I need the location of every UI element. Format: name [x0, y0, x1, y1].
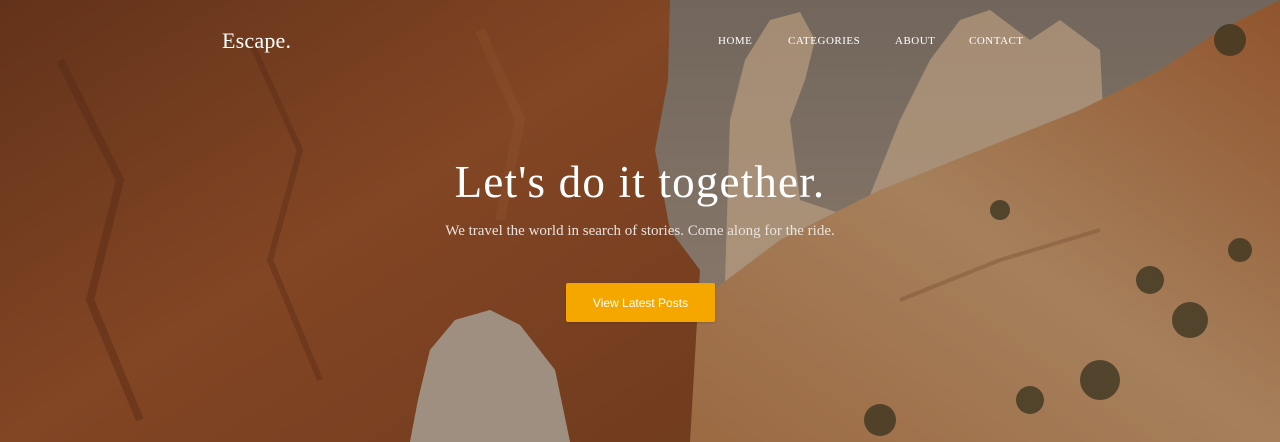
- main-nav: HOME CATEGORIES ABOUT CONTACT: [700, 35, 1042, 49]
- hero-subtitle: We travel the world in search of stories…: [445, 223, 835, 239]
- nav-item-home[interactable]: HOME: [718, 35, 752, 47]
- view-latest-posts-button[interactable]: View Latest Posts: [566, 283, 715, 322]
- hero-overlay: [0, 0, 1280, 442]
- site-logo[interactable]: Escape.: [222, 28, 291, 54]
- hero-section: Escape. HOME CATEGORIES ABOUT CONTACT Le…: [0, 0, 1280, 442]
- nav-item-contact[interactable]: CONTACT: [969, 35, 1024, 47]
- nav-item-categories[interactable]: CATEGORIES: [788, 35, 860, 47]
- nav-item-about[interactable]: ABOUT: [895, 35, 935, 47]
- hero-headline: Let's do it together.: [454, 157, 826, 207]
